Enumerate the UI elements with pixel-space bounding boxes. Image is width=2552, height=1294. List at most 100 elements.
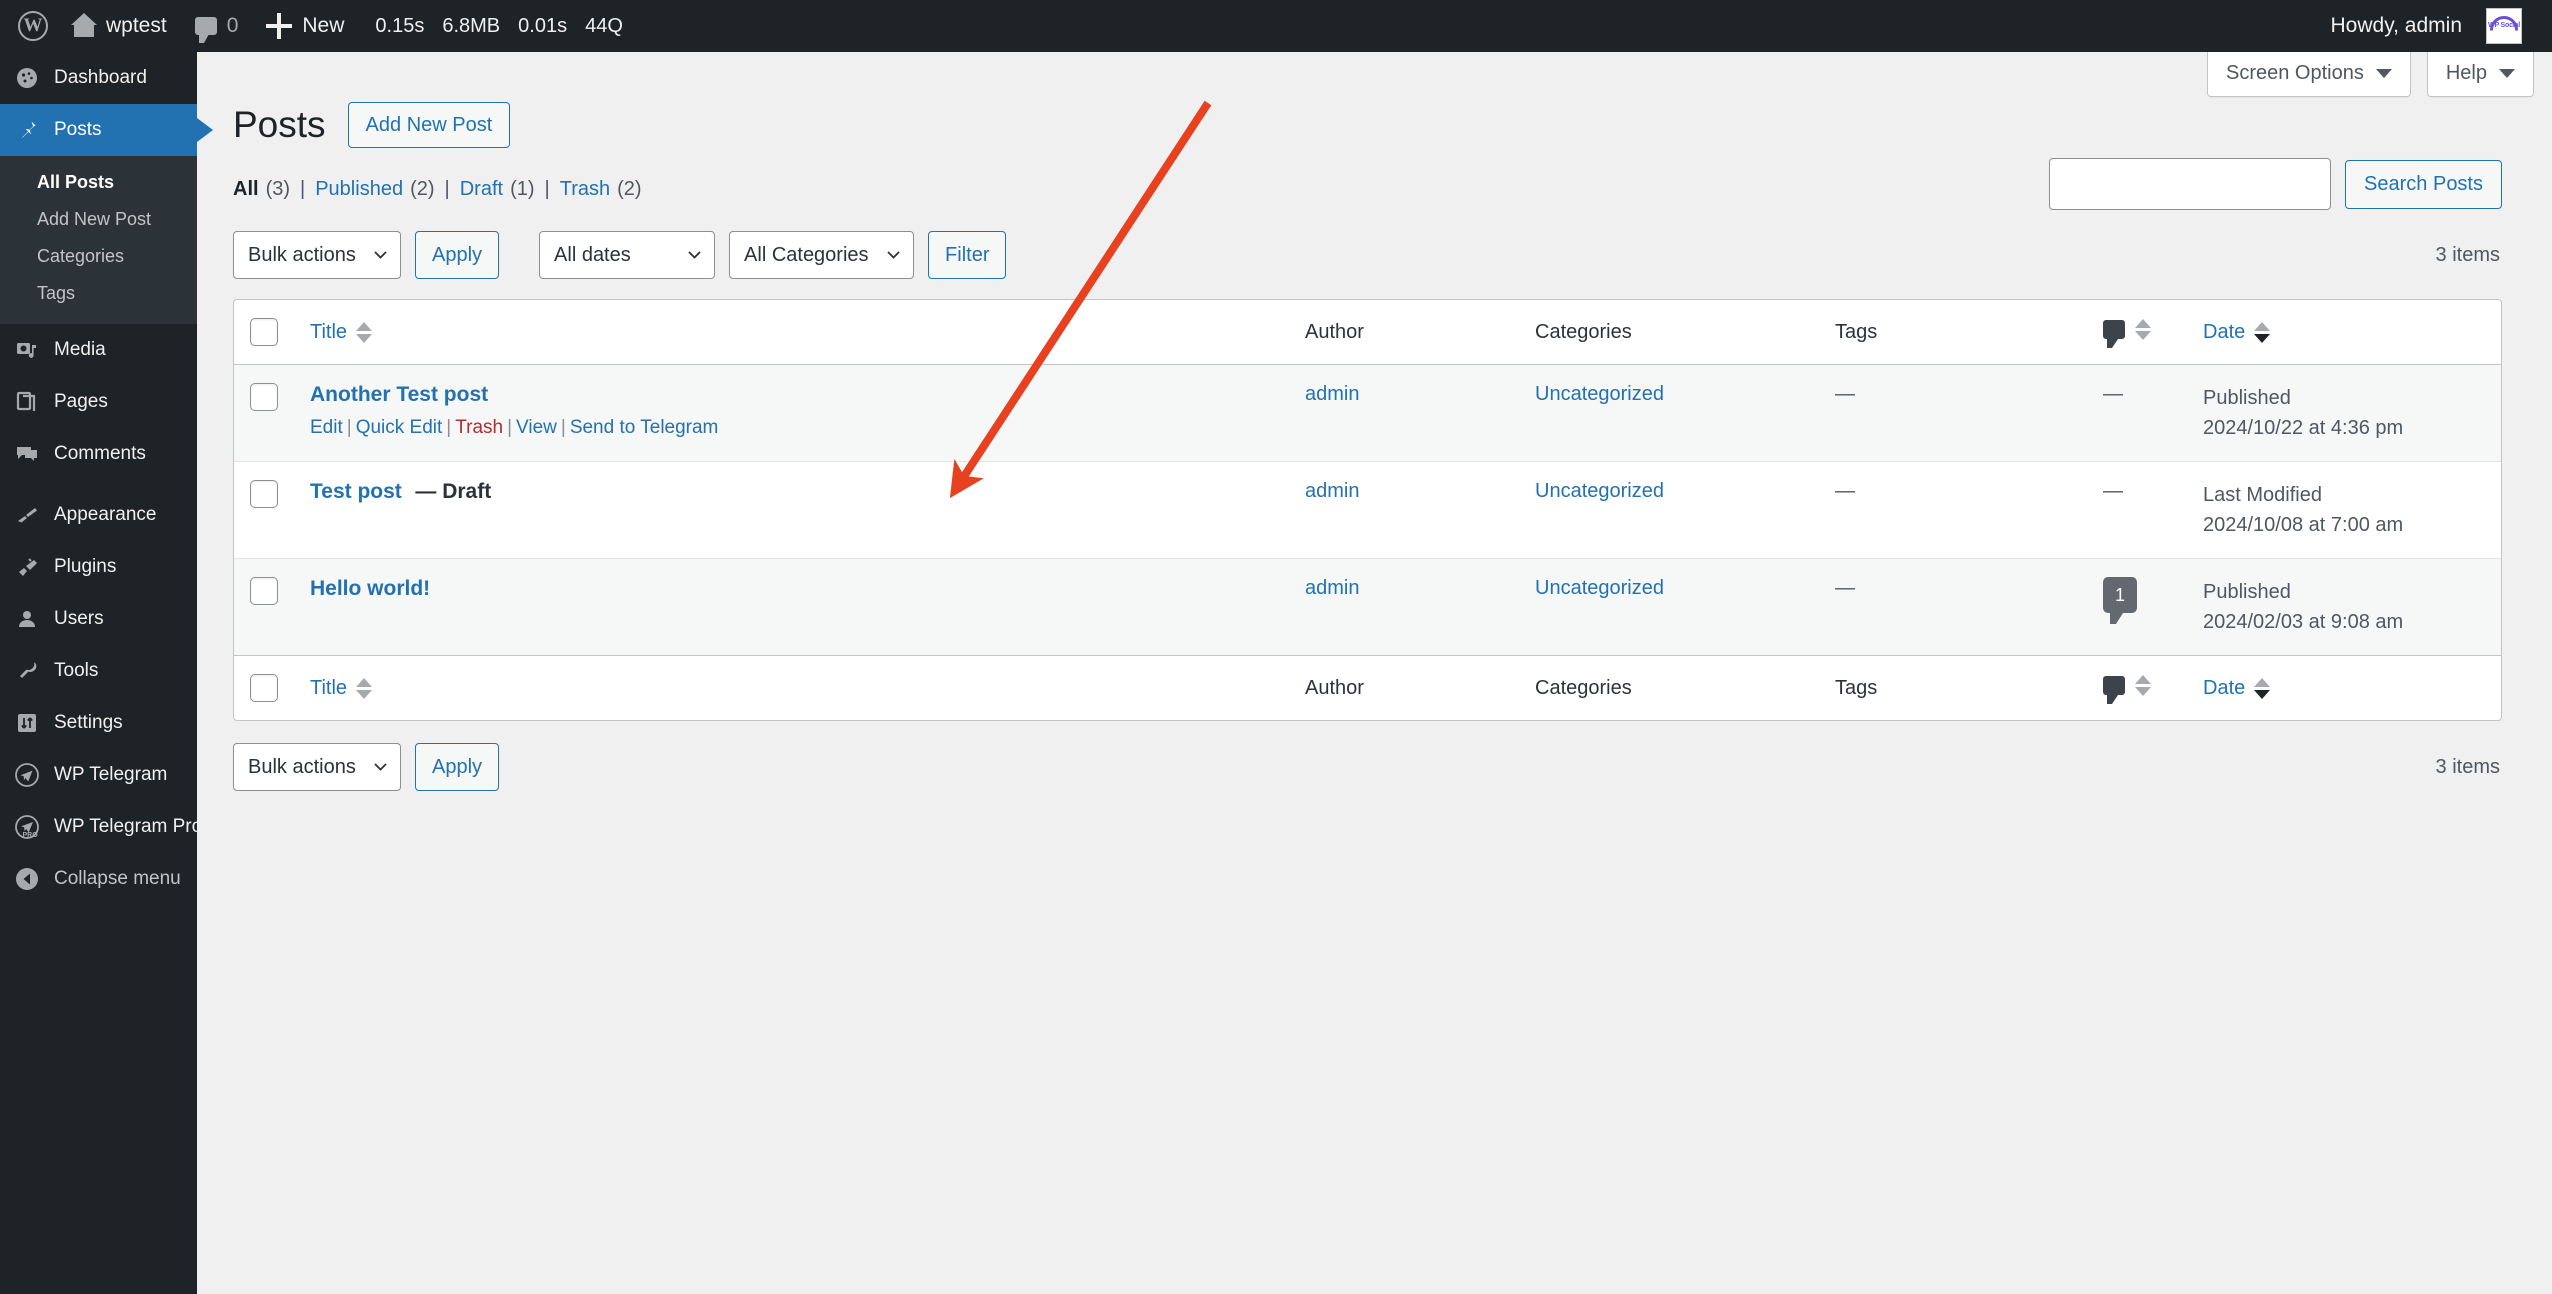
sort-date-link-footer[interactable]: Date (2203, 677, 2270, 700)
row-checkbox-cell (234, 462, 296, 559)
row-select-checkbox[interactable] (250, 480, 278, 508)
sidebar-item-wp-telegram-pro[interactable]: PRO WP Telegram Pro (0, 801, 197, 853)
my-account-menu[interactable]: Howdy, admin WP Social (2317, 0, 2537, 52)
sidebar-item-settings[interactable]: Settings (0, 697, 197, 749)
column-header-title[interactable]: Title (296, 300, 1291, 365)
menu-separator (0, 480, 197, 489)
sidebar-item-label: Dashboard (54, 67, 147, 89)
category-link[interactable]: Uncategorized (1535, 480, 1664, 502)
post-title-link[interactable]: Test post (310, 480, 402, 503)
view-all[interactable]: All (3) (233, 178, 290, 201)
comment-count-badge[interactable]: 1 (2103, 577, 2137, 613)
row-action-trash[interactable]: Trash (455, 417, 503, 438)
column-author-label: Author (1305, 321, 1364, 343)
view-separator: | (300, 178, 305, 201)
row-tags-cell: — (1821, 462, 2089, 559)
select-all-checkbox-top[interactable] (250, 318, 278, 346)
category-link[interactable]: Uncategorized (1535, 383, 1664, 405)
sidebar-item-tools[interactable]: Tools (0, 645, 197, 697)
sort-title-link-footer[interactable]: Title (310, 677, 372, 700)
sidebar-item-add-new-post[interactable]: Add New Post (0, 201, 197, 238)
view-all-link[interactable]: All (233, 178, 259, 201)
comment-bubble-icon (2103, 676, 2125, 695)
sidebar-item-all-posts[interactable]: All Posts (0, 164, 197, 201)
site-name-menu[interactable]: wptest (58, 0, 181, 52)
view-trash-link[interactable]: Trash (560, 178, 610, 201)
column-footer-title[interactable]: Title (296, 655, 1291, 720)
row-action-divider: | (557, 417, 570, 438)
collapse-menu-button[interactable]: Collapse menu (0, 853, 197, 905)
categories-select-wrap: All Categories (729, 231, 914, 279)
view-trash[interactable]: Trash (2) (560, 178, 642, 201)
pin-icon (14, 117, 40, 143)
sidebar-item-posts[interactable]: Posts (0, 104, 197, 156)
post-title-link[interactable]: Another Test post (310, 383, 488, 406)
column-header-date[interactable]: Date (2189, 300, 2501, 365)
sidebar-item-pages[interactable]: Pages (0, 376, 197, 428)
sidebar-item-plugins[interactable]: Plugins (0, 541, 197, 593)
column-author-label: Author (1305, 677, 1364, 699)
row-title-cell: Test post — Draft (296, 462, 1291, 559)
select-all-checkbox-bottom[interactable] (250, 674, 278, 702)
sidebar-item-tags[interactable]: Tags (0, 275, 197, 312)
categories-filter-select[interactable]: All Categories (729, 231, 914, 279)
sort-indicator-icon (2254, 322, 2270, 343)
view-draft-link[interactable]: Draft (460, 178, 503, 201)
column-footer-categories: Categories (1521, 655, 1821, 720)
row-categories-cell: Uncategorized (1521, 559, 1821, 655)
sidebar-item-label: Plugins (54, 556, 116, 578)
view-published-count: (2) (410, 178, 434, 201)
sort-title-link[interactable]: Title (310, 321, 372, 344)
apply-button-top[interactable]: Apply (415, 231, 499, 279)
column-header-comments[interactable] (2089, 300, 2189, 365)
sort-indicator-icon (2135, 675, 2151, 696)
sidebar-item-users[interactable]: Users (0, 593, 197, 645)
posts-page-wrap: Posts Add New Post All (3) | Published (… (197, 52, 2552, 791)
filter-button[interactable]: Filter (928, 231, 1006, 279)
sidebar-item-dashboard[interactable]: Dashboard (0, 52, 197, 104)
sort-comments-link[interactable] (2103, 319, 2151, 340)
sidebar-item-comments[interactable]: Comments (0, 428, 197, 480)
row-select-checkbox[interactable] (250, 577, 278, 605)
sidebar-item-wp-telegram[interactable]: WP Telegram (0, 749, 197, 801)
add-new-post-button[interactable]: Add New Post (348, 102, 511, 148)
column-date-label: Date (2203, 677, 2245, 700)
date-status: Last Modified (2203, 480, 2487, 510)
dates-filter-select[interactable]: All dates (539, 231, 715, 279)
row-action-view[interactable]: View (516, 417, 557, 438)
avatar: WP Social (2486, 8, 2522, 44)
post-state-label: — Draft (415, 480, 491, 503)
search-posts-button[interactable]: Search Posts (2345, 160, 2502, 209)
comments-bubble-menu[interactable]: 0 (181, 0, 253, 52)
row-action-quick-edit[interactable]: Quick Edit (356, 417, 443, 438)
posts-table-foot: Title Author Categories Tags (234, 655, 2501, 720)
apply-button-bottom[interactable]: Apply (415, 743, 499, 791)
sidebar-item-categories[interactable]: Categories (0, 238, 197, 275)
bulk-actions-select[interactable]: Bulk actions (233, 231, 401, 279)
row-action-send-to-telegram[interactable]: Send to Telegram (570, 417, 719, 438)
row-select-checkbox[interactable] (250, 383, 278, 411)
view-published[interactable]: Published (2) (315, 178, 434, 201)
column-categories-label: Categories (1535, 677, 1632, 699)
row-tags-cell: — (1821, 365, 2089, 462)
sidebar-item-media[interactable]: Media (0, 324, 197, 376)
view-published-link[interactable]: Published (315, 178, 403, 201)
sort-date-link[interactable]: Date (2203, 321, 2270, 344)
row-date-cell: Published 2024/02/03 at 9:08 am (2189, 559, 2501, 655)
view-draft[interactable]: Draft (1) (460, 178, 535, 201)
author-link[interactable]: admin (1305, 480, 1359, 502)
row-action-edit[interactable]: Edit (310, 417, 343, 438)
bulk-actions-select-bottom[interactable]: Bulk actions (233, 743, 401, 791)
wordpress-logo-menu[interactable] (0, 0, 58, 52)
author-link[interactable]: admin (1305, 577, 1359, 599)
column-footer-comments[interactable] (2089, 655, 2189, 720)
post-title-link[interactable]: Hello world! (310, 577, 430, 600)
row-categories-cell: Uncategorized (1521, 462, 1821, 559)
new-content-menu[interactable]: New (252, 0, 358, 52)
category-link[interactable]: Uncategorized (1535, 577, 1664, 599)
search-input[interactable] (2049, 158, 2331, 210)
sort-comments-link-footer[interactable] (2103, 675, 2151, 696)
author-link[interactable]: admin (1305, 383, 1359, 405)
sidebar-item-appearance[interactable]: Appearance (0, 489, 197, 541)
column-footer-date[interactable]: Date (2189, 655, 2501, 720)
